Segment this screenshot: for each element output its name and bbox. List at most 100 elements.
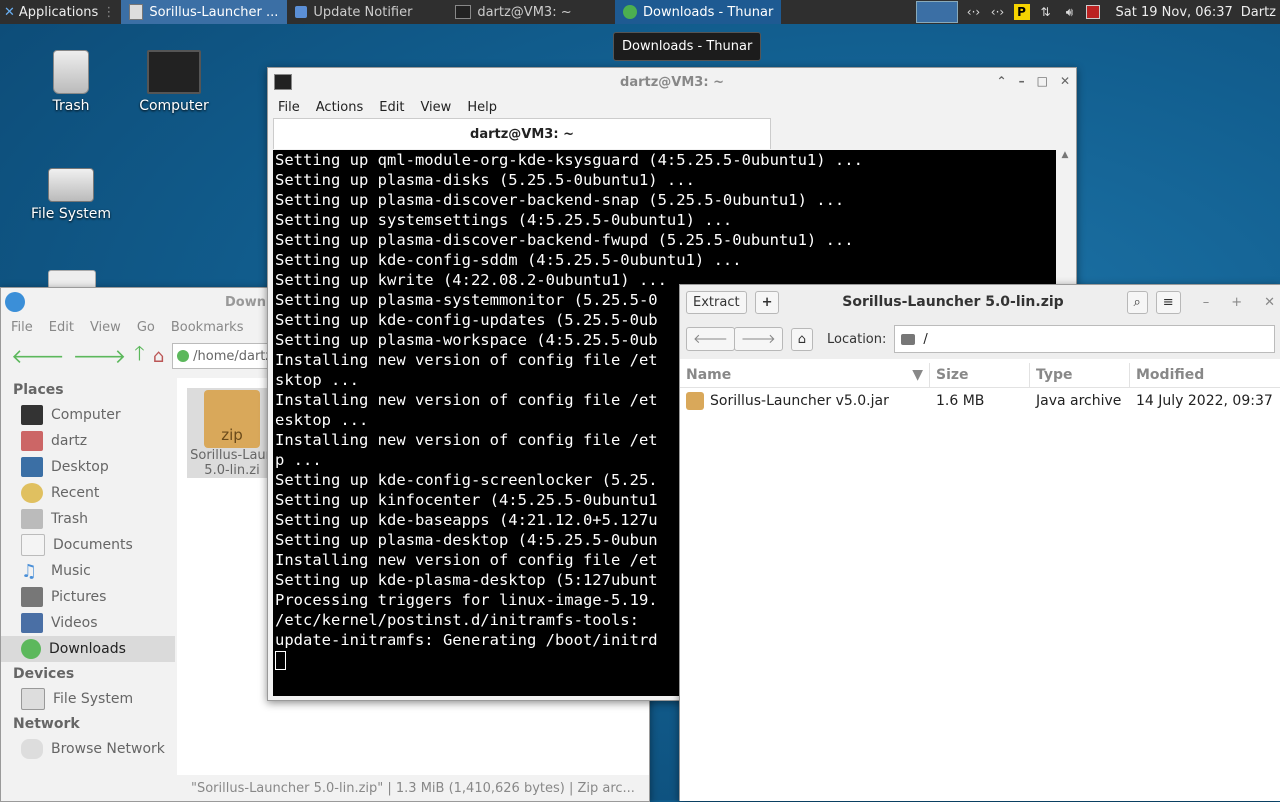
desktop-icon-label: File System	[30, 206, 112, 222]
task-terminal[interactable]: dartz@VM3: ~	[447, 0, 615, 24]
update-icon	[295, 6, 308, 18]
cursor-icon	[275, 651, 286, 670]
sidebar-label: Documents	[53, 537, 133, 553]
cell-name: Sorillus-Launcher v5.0.jar	[680, 389, 930, 413]
add-button[interactable]: +	[754, 290, 780, 314]
maximize-up-icon[interactable]: ⌃	[997, 74, 1007, 88]
harddisk-icon	[48, 168, 94, 202]
sidebar-item-pictures[interactable]: Pictures	[1, 584, 175, 610]
updown-arrows-icon[interactable]: ⇅	[1038, 4, 1054, 20]
menu-file[interactable]: File	[11, 320, 33, 335]
terminal-tab[interactable]: dartz@VM3: ~	[273, 118, 771, 149]
desktop-icon-label: Computer	[139, 98, 209, 114]
home-icon[interactable]: ⌂	[790, 327, 814, 351]
desktop-icon-label: Trash	[52, 98, 90, 114]
archive-title: Sorillus-Launcher 5.0-lin.zip	[842, 294, 1064, 310]
location-label: Location:	[827, 331, 887, 347]
sidebar-item-music[interactable]: ♫ Music	[1, 558, 175, 584]
network-icon[interactable]: ‹·›	[966, 4, 982, 20]
close-icon[interactable]: ✕	[1264, 295, 1275, 310]
task-thunar-downloads[interactable]: Downloads - Thunar	[615, 0, 782, 24]
archive-window: Extract + Sorillus-Launcher 5.0-lin.zip …	[679, 284, 1280, 801]
applications-menu[interactable]: ✕ Applications ⋮	[0, 0, 121, 24]
task-update-notifier[interactable]: Update Notifier	[287, 0, 447, 24]
search-icon[interactable]: ⌕	[1126, 290, 1148, 314]
sort-down-icon: ▼	[912, 367, 923, 383]
column-type[interactable]: Type	[1030, 363, 1130, 387]
menu-view[interactable]: View	[420, 100, 451, 115]
column-modified[interactable]: Modified	[1130, 363, 1280, 387]
pictures-icon	[21, 587, 43, 607]
thunar-sidebar: Places Computer dartz Desktop Recent Tra…	[1, 378, 175, 801]
sidebar-item-documents[interactable]: Documents	[1, 532, 175, 558]
file-name: Sorillus-Launcher v5.0.jar	[710, 393, 889, 409]
menu-go[interactable]: Go	[137, 320, 155, 335]
window-title: Downl	[225, 294, 271, 310]
menu-file[interactable]: File	[278, 100, 300, 115]
network-header: Network	[13, 716, 80, 732]
menu-actions[interactable]: Actions	[316, 100, 364, 115]
sidebar-item-computer[interactable]: Computer	[1, 402, 175, 428]
clock[interactable]: Sat 19 Nov, 06:37	[1116, 5, 1233, 20]
sidebar-item-filesystem[interactable]: File System	[1, 686, 175, 712]
terminal-line: Setting up plasma-discover-backend-fwupd…	[275, 231, 854, 249]
home-icon[interactable]: ⌂	[153, 346, 164, 367]
task-sorillus-launcher[interactable]: Sorillus-Launcher ...	[121, 0, 288, 24]
forward-arrow-icon[interactable]: 🡒	[733, 327, 783, 351]
cell-size: 1.6 MB	[936, 393, 985, 409]
table-row[interactable]: Sorillus-Launcher v5.0.jar 1.6 MB Java a…	[680, 389, 1280, 413]
window-title: dartz@VM3: ~	[620, 74, 724, 90]
forward-arrow-icon[interactable]: 🡒	[73, 344, 127, 368]
volume-icon[interactable]: 🔊︎	[1062, 4, 1078, 20]
menu-view[interactable]: View	[90, 320, 121, 335]
sidebar-item-browse-network[interactable]: Browse Network	[1, 736, 175, 762]
back-arrow-icon[interactable]: 🡐	[11, 344, 65, 368]
desktop-icon	[21, 457, 43, 477]
record-icon[interactable]	[1085, 5, 1100, 19]
sidebar-item-downloads[interactable]: Downloads	[1, 636, 175, 662]
workspace-switcher-icon[interactable]	[915, 1, 958, 23]
user-label[interactable]: Dartz	[1241, 5, 1276, 20]
column-size[interactable]: Size	[930, 363, 1030, 387]
trash-icon	[21, 509, 43, 529]
location-field[interactable]: /	[894, 325, 1275, 353]
downloads-icon	[21, 639, 41, 659]
sidebar-item-recent[interactable]: Recent	[1, 480, 175, 506]
menu-help[interactable]: Help	[467, 100, 497, 115]
network-icon[interactable]: ‹·›	[990, 4, 1006, 20]
window-buttons: ⌃ – □ ✕	[997, 74, 1070, 88]
archive-headerbar: Extract + Sorillus-Launcher 5.0-lin.zip …	[680, 285, 1280, 319]
hamburger-menu-icon[interactable]: ≡	[1155, 290, 1181, 314]
maximize-icon[interactable]: +	[1231, 295, 1242, 310]
minimize-icon[interactable]: –	[1203, 295, 1210, 310]
menu-bookmarks[interactable]: Bookmarks	[171, 320, 244, 335]
file-label-line1: Sorillus-Laun	[190, 448, 274, 463]
parking-icon[interactable]: P	[1013, 4, 1030, 20]
desktop-icon-computer[interactable]: Computer	[124, 50, 224, 114]
harddisk-icon	[21, 688, 45, 710]
minimize-icon[interactable]: –	[1019, 74, 1025, 88]
desktop-icon-filesystem[interactable]: File System	[21, 162, 121, 222]
desktop-icon-trash[interactable]: Trash	[21, 50, 121, 114]
cell-modified: 14 July 2022, 09:37	[1136, 393, 1273, 409]
extract-button[interactable]: Extract	[686, 290, 747, 314]
sidebar-item-desktop[interactable]: Desktop	[1, 454, 175, 480]
network-icon	[21, 739, 43, 759]
sidebar-item-home[interactable]: dartz	[1, 428, 175, 454]
file-item-zip[interactable]: zip Sorillus-Laun 5.0-lin.zi	[187, 388, 277, 478]
task-label: dartz@VM3: ~	[477, 4, 572, 20]
sidebar-item-trash[interactable]: Trash	[1, 506, 175, 532]
up-arrow-icon[interactable]: 🡑	[134, 339, 144, 373]
close-icon[interactable]: ✕	[1060, 74, 1070, 88]
terminal-titlebar[interactable]: dartz@VM3: ~ ⌃ – □ ✕	[268, 68, 1076, 96]
xfce-logo-icon: ✕	[4, 4, 15, 20]
column-name[interactable]: Name ▼	[680, 363, 930, 387]
terminal-line: Setting up systemsettings (4:5.25.5-0ubu…	[275, 211, 733, 229]
maximize-icon[interactable]: □	[1037, 74, 1048, 88]
system-tray: ‹·› ‹·› P ⇅ 🔊︎ Sat 19 Nov, 06:37 Dartz	[915, 0, 1280, 24]
menu-edit[interactable]: Edit	[49, 320, 74, 335]
sidebar-item-videos[interactable]: Videos	[1, 610, 175, 636]
menu-edit[interactable]: Edit	[379, 100, 404, 115]
places-header: Places	[13, 382, 64, 398]
back-arrow-icon[interactable]: 🡐	[686, 327, 735, 351]
